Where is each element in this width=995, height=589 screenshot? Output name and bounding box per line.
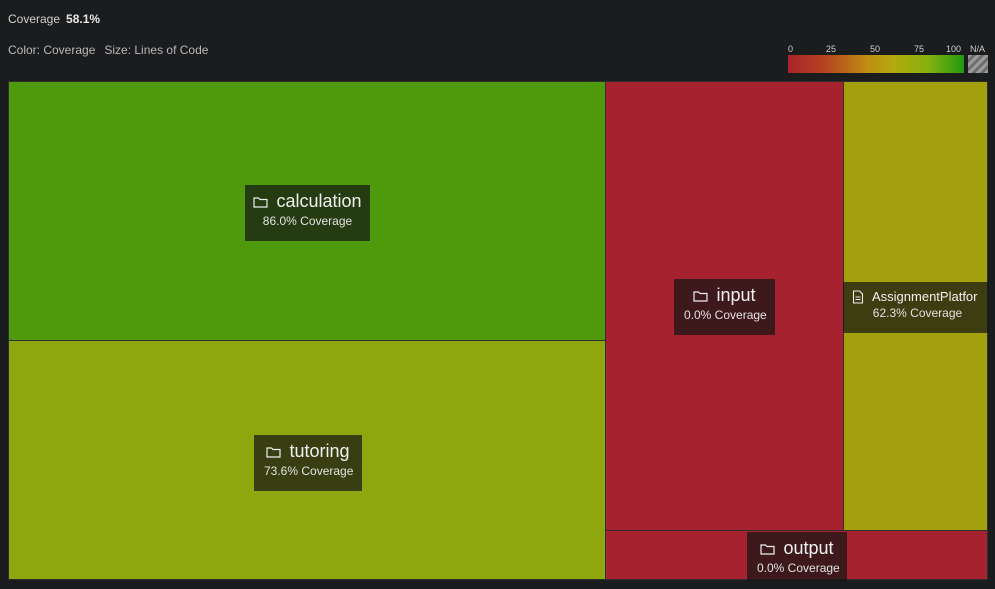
legend-tick: 75 xyxy=(914,44,925,54)
folder-icon xyxy=(266,446,282,458)
legend-na-label: N/A xyxy=(970,44,986,54)
treemap-label: tutoring 73.6% Coverage xyxy=(254,435,362,491)
treemap-label: AssignmentPlatfor 62.3% Coverage xyxy=(843,282,989,333)
treemap-cell-calculation[interactable]: calculation 86.0% Coverage xyxy=(8,81,606,341)
legend-tick: 100 xyxy=(946,44,962,54)
node-name: AssignmentPlatfor xyxy=(872,289,978,304)
node-name: output xyxy=(783,538,834,558)
node-coverage: 62.3% Coverage xyxy=(872,306,963,320)
treemap-settings: Color: Coverage Size: Lines of Code xyxy=(8,43,208,57)
folder-icon xyxy=(693,290,709,302)
node-coverage: 73.6% Coverage xyxy=(264,464,354,478)
coverage-label: Coverage xyxy=(8,12,61,26)
coverage-treemap: calculation 86.0% Coverage tutoring 73.6… xyxy=(8,81,989,581)
folder-icon xyxy=(253,196,269,208)
legend-tick: 25 xyxy=(826,44,837,54)
node-name: calculation xyxy=(276,191,362,211)
node-coverage: 0.0% Coverage xyxy=(684,308,767,322)
color-legend: 0 25 50 75 100 N/A xyxy=(788,44,988,74)
folder-icon xyxy=(760,543,776,555)
node-name: input xyxy=(716,285,756,305)
legend-tick: 0 xyxy=(788,44,794,54)
treemap-cell-output[interactable]: output 0.0% Coverage xyxy=(605,530,988,581)
color-metric-label[interactable]: Color: Coverage xyxy=(8,43,95,57)
size-metric-label[interactable]: Size: Lines of Code xyxy=(104,43,208,57)
treemap-label: output 0.0% Coverage xyxy=(747,532,847,581)
node-coverage: 0.0% Coverage xyxy=(757,561,840,575)
treemap-cell-tutoring[interactable]: tutoring 73.6% Coverage xyxy=(8,340,606,580)
legend-gradient-bar xyxy=(788,55,964,73)
treemap-cell-input[interactable]: input 0.0% Coverage xyxy=(605,81,844,531)
file-icon xyxy=(852,289,864,304)
node-coverage: 86.0% Coverage xyxy=(262,214,353,228)
legend-na-swatch xyxy=(968,55,988,73)
treemap-label: calculation 86.0% Coverage xyxy=(245,185,370,241)
treemap-label: input 0.0% Coverage xyxy=(674,279,775,335)
legend-tick: 50 xyxy=(870,44,881,54)
coverage-value: 58.1% xyxy=(66,12,101,26)
treemap-cell-assignmentplatform[interactable]: AssignmentPlatfor 62.3% Coverage xyxy=(843,81,989,531)
node-name: tutoring xyxy=(289,441,350,461)
coverage-summary: Coverage 58.1% xyxy=(8,12,100,26)
